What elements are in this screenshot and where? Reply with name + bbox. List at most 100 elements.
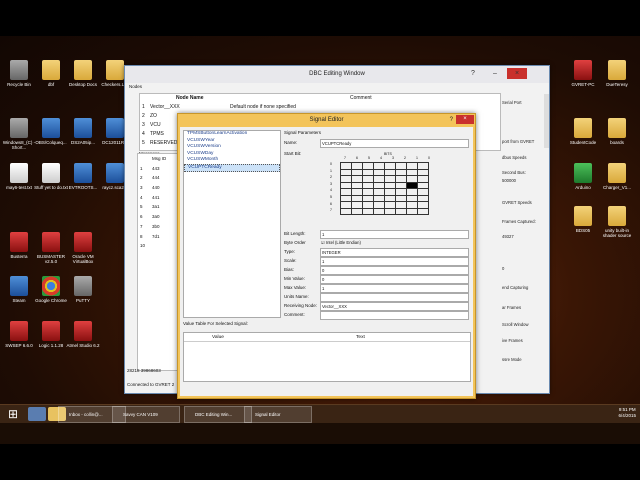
list-item[interactable]: 2 444 [138,173,180,183]
right-panel-item[interactable]: port from GVRET [502,139,534,144]
byte-order[interactable]: ☑ Intel (Little Endian) [320,239,467,246]
bit-cell[interactable] [406,207,418,215]
right-panel-item[interactable]: Scroll Window [502,322,529,327]
msg-id: 3a0 [152,214,160,220]
msg-id: 3b0 [152,223,160,229]
desktop-icon[interactable]: Desktop Docs [66,60,100,87]
msg-index: 4 [140,194,143,200]
start-bit-grid[interactable]: 7654321001234567 [326,156,456,222]
desktop-icon[interactable]: Logic 1.1.28 [34,321,68,348]
minimize-button[interactable]: – [485,68,505,79]
right-panel-item[interactable]: 49327 [502,234,514,239]
right-panel-item[interactable]: end Capturing [502,285,528,290]
desktop-icon-label: Steam [12,298,26,303]
right-panel-item[interactable]: ssre Mode [502,357,522,362]
signal-help-button[interactable]: ? [450,114,453,126]
right-panel-item[interactable]: Second Bus: [502,170,526,175]
min-input[interactable]: 0 [320,275,469,284]
bit-cell[interactable] [351,207,363,215]
desktop-icon[interactable]: OBS/Colqueq... [34,118,68,145]
messages-table[interactable]: Msg ID 1 443 2 444 3 440 4 441 5 3a1 6 3a0 7 3b0 8 7d1 1… [137,153,181,371]
desktop-icon[interactable]: BUSMASTER v2.5.0 [34,232,68,264]
signal-list-item[interactable]: VCUPTCReady [184,163,280,172]
type-select[interactable]: INTEGER [320,248,469,257]
right-panel-item[interactable]: Frames Captured: [502,219,536,224]
list-item[interactable]: 1 443 [138,164,180,174]
signal-list[interactable]: TPMSButtonLearnActivation VCUSWYear VCUSWV… [183,130,281,318]
bit-cell[interactable] [340,207,352,215]
right-panel-item[interactable]: ar Frames [502,305,521,310]
desktop-icon[interactable]: Busterra [2,232,36,259]
desktop-icon[interactable]: Windows8_(C) - Short... [2,118,36,150]
list-item[interactable]: 6 3a0 [138,212,180,222]
desktop-icon[interactable]: Stuff yet to do.txt [34,163,68,190]
desktop-icon[interactable]: Arduino [566,163,600,190]
taskbar-task[interactable]: Savvy CAN V109 [112,406,180,423]
desktop-icon[interactable]: unity built-in shader source [600,206,634,238]
right-panel-item[interactable]: dbus Speeds [502,155,526,160]
desktop-icon[interactable]: Charger_V1... [600,163,634,190]
scale-input[interactable]: 1 [320,257,469,266]
bias-input[interactable]: 0 [320,266,469,275]
desktop-icon-label: EVTROOTS... [68,185,98,190]
bit-cell[interactable] [395,207,407,215]
desktop-icon-label: dbf [47,82,55,87]
value-table[interactable]: Value Text [183,332,471,382]
ie-icon[interactable] [28,407,46,421]
desktop-icon[interactable]: dbf [34,60,68,87]
list-item[interactable]: 10 [138,241,180,251]
desktop-icon[interactable]: Oracle VM VirtualBox [66,232,100,264]
desktop-icon[interactable]: BDS05 [566,206,600,233]
right-panel-item[interactable]: Serial Port [502,100,522,105]
desktop-icon[interactable]: boards [600,118,634,145]
bit-cell[interactable] [362,207,374,215]
byte-row-label: 2 [330,175,332,180]
desktop-icon[interactable]: PuTTY [66,276,100,303]
start-button[interactable]: ⊞ [2,407,24,421]
bit-cell[interactable] [384,207,396,215]
desktop-icon[interactable]: Atmel Studio 6.2 [66,321,100,348]
table-row[interactable]: 1 Vector__XXX Default node if none specifi… [140,103,500,112]
bit-col-label: 0 [428,156,430,160]
file-icon [74,118,92,138]
desktop-icon[interactable]: SWSEP 6.6.0 [2,321,36,348]
node-comment: Default node if none specified [230,104,296,110]
id-row: 28218 39868603 [127,368,161,373]
bit-length[interactable]: 1 [320,230,469,239]
list-item[interactable]: 8 7d1 [138,232,180,242]
desktop-icon[interactable]: EVTROOTS... [66,163,100,190]
bit-cell[interactable] [373,207,385,215]
taskbar-task[interactable]: DBC Editing Win... [184,406,252,423]
list-item[interactable]: 5 3a1 [138,202,180,212]
desktop-icon[interactable]: StudentCode [566,118,600,145]
close-button[interactable]: × [507,68,527,79]
desktop-icon[interactable]: Steam [2,276,36,303]
bit-cell[interactable] [417,207,429,215]
help-button[interactable]: ? [463,68,483,79]
receiving-node-select[interactable]: Vector__XXX [320,302,469,311]
list-item[interactable]: 4 441 [138,193,180,203]
desktop-icon[interactable]: Google Chrome [34,276,68,303]
desktop-icon[interactable]: may6-test.txt [2,163,36,190]
max-input[interactable]: 1 [320,284,469,293]
units-input-label: Units Name: [284,294,309,299]
desktop-icon[interactable]: GVRET-PC [566,60,600,87]
taskbar-task[interactable]: Signal Editor [244,406,312,423]
clock[interactable]: 9:51 PM 6/4/2015 [618,407,636,419]
right-panel-item[interactable]: 500000 [502,178,516,183]
list-item[interactable]: 7 3b0 [138,222,180,232]
desktop-icon[interactable]: Recycle Bin [2,60,36,87]
list-item[interactable]: 3 440 [138,183,180,193]
msg-id: 3a1 [152,204,160,210]
right-panel-item[interactable]: 0 [502,266,504,271]
signal-close-button[interactable]: × [456,115,474,124]
comment-input[interactable] [320,311,469,320]
nodes-scrollbar[interactable] [544,94,549,148]
arduino-icon [574,163,592,183]
name-input[interactable]: VCUPTCReady [320,139,469,148]
units-input[interactable] [320,293,469,302]
right-panel-item[interactable]: ive Frames [502,338,523,343]
desktop-icon[interactable]: DS2A05ip... [66,118,100,145]
desktop-icon[interactable]: DueTeresy [600,60,634,87]
right-panel-item[interactable]: GVRET Speeds [502,200,532,205]
